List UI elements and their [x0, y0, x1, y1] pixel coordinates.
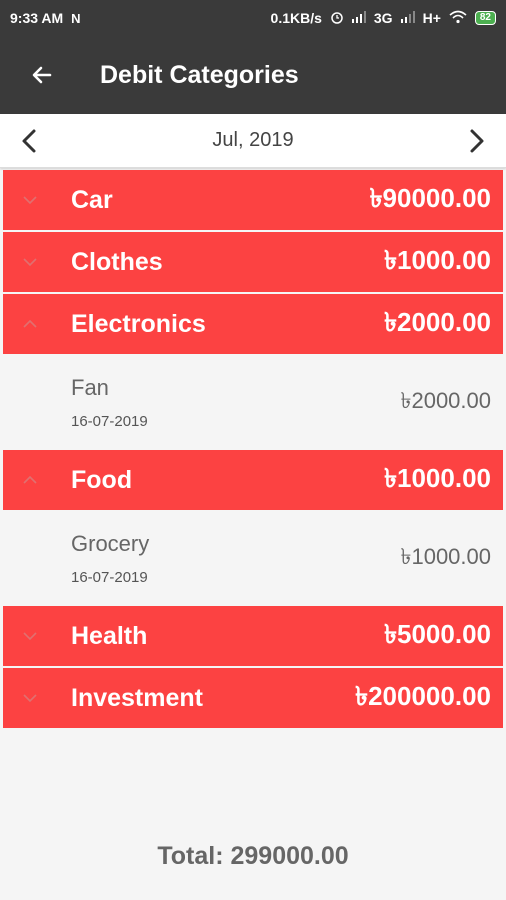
chevron-up-icon [23, 475, 37, 484]
category-name: Car [71, 185, 113, 214]
list-item-fan[interactable]: Fan 16-07-2019 ৳2000.00 [3, 356, 503, 448]
next-month-button[interactable] [462, 121, 492, 161]
item-name: Fan [71, 374, 109, 400]
status-bar: 9:33 AM N 0.1KB/s 3G H+ 82 [0, 0, 506, 36]
chevron-right-icon [470, 129, 484, 152]
signal-icon [351, 10, 366, 26]
month-label: Jul, 2019 [212, 129, 294, 151]
prev-month-button[interactable] [14, 121, 44, 161]
month-nav: Jul, 2019 [0, 114, 506, 168]
category-amount: ৳200000.00 [355, 681, 491, 711]
chevron-down-icon [23, 258, 37, 267]
battery-icon: 82 [474, 11, 496, 25]
category-amount: ৳90000.00 [369, 183, 491, 213]
category-amount: ৳1000.00 [384, 463, 491, 493]
category-name: Health [71, 621, 148, 650]
item-date: 16-07-2019 [71, 412, 148, 430]
total-label: Total: 299000.00 [157, 842, 349, 870]
category-amount: ৳2000.00 [384, 307, 491, 337]
back-button[interactable] [24, 57, 60, 93]
chevron-down-icon [23, 632, 37, 641]
category-row-electronics[interactable]: Electronics ৳2000.00 [3, 294, 503, 354]
notification-n-icon: N [71, 10, 81, 26]
chevron-down-icon [23, 694, 37, 703]
alarm-icon [330, 10, 344, 27]
chevron-left-icon [22, 129, 36, 152]
status-time: 9:33 AM [10, 10, 64, 26]
network-hplus: H+ [422, 10, 441, 26]
net-speed: 0.1KB/s [270, 10, 322, 26]
category-name: Investment [71, 683, 203, 712]
list-item-grocery[interactable]: Grocery 16-07-2019 ৳1000.00 [3, 512, 503, 604]
arrow-left-icon [32, 66, 52, 84]
chevron-up-icon [23, 319, 37, 328]
category-row-health[interactable]: Health ৳5000.00 [3, 606, 503, 666]
category-name: Clothes [71, 247, 163, 276]
signal-icon-2 [400, 10, 415, 26]
category-name: Food [71, 465, 133, 494]
item-name: Grocery [71, 530, 150, 556]
chevron-down-icon [23, 196, 37, 205]
wifi-icon [449, 10, 467, 27]
category-row-investment[interactable]: Investment ৳200000.00 [3, 668, 503, 728]
page-title: Debit Categories [100, 60, 299, 89]
category-amount: ৳5000.00 [384, 619, 491, 649]
item-amount: ৳1000.00 [400, 543, 491, 569]
item-date: 16-07-2019 [71, 568, 148, 586]
category-row-car[interactable]: Car ৳90000.00 [3, 170, 503, 230]
item-amount: ৳2000.00 [400, 387, 491, 413]
category-row-food[interactable]: Food ৳1000.00 [3, 450, 503, 510]
app-bar: Debit Categories [0, 36, 506, 114]
category-amount: ৳1000.00 [384, 245, 491, 275]
category-list: Car ৳90000.00 Clothes ৳1000.00 Electroni… [0, 170, 506, 728]
category-row-clothes[interactable]: Clothes ৳1000.00 [3, 232, 503, 292]
category-name: Electronics [71, 309, 206, 338]
network-3g: 3G [373, 10, 393, 26]
